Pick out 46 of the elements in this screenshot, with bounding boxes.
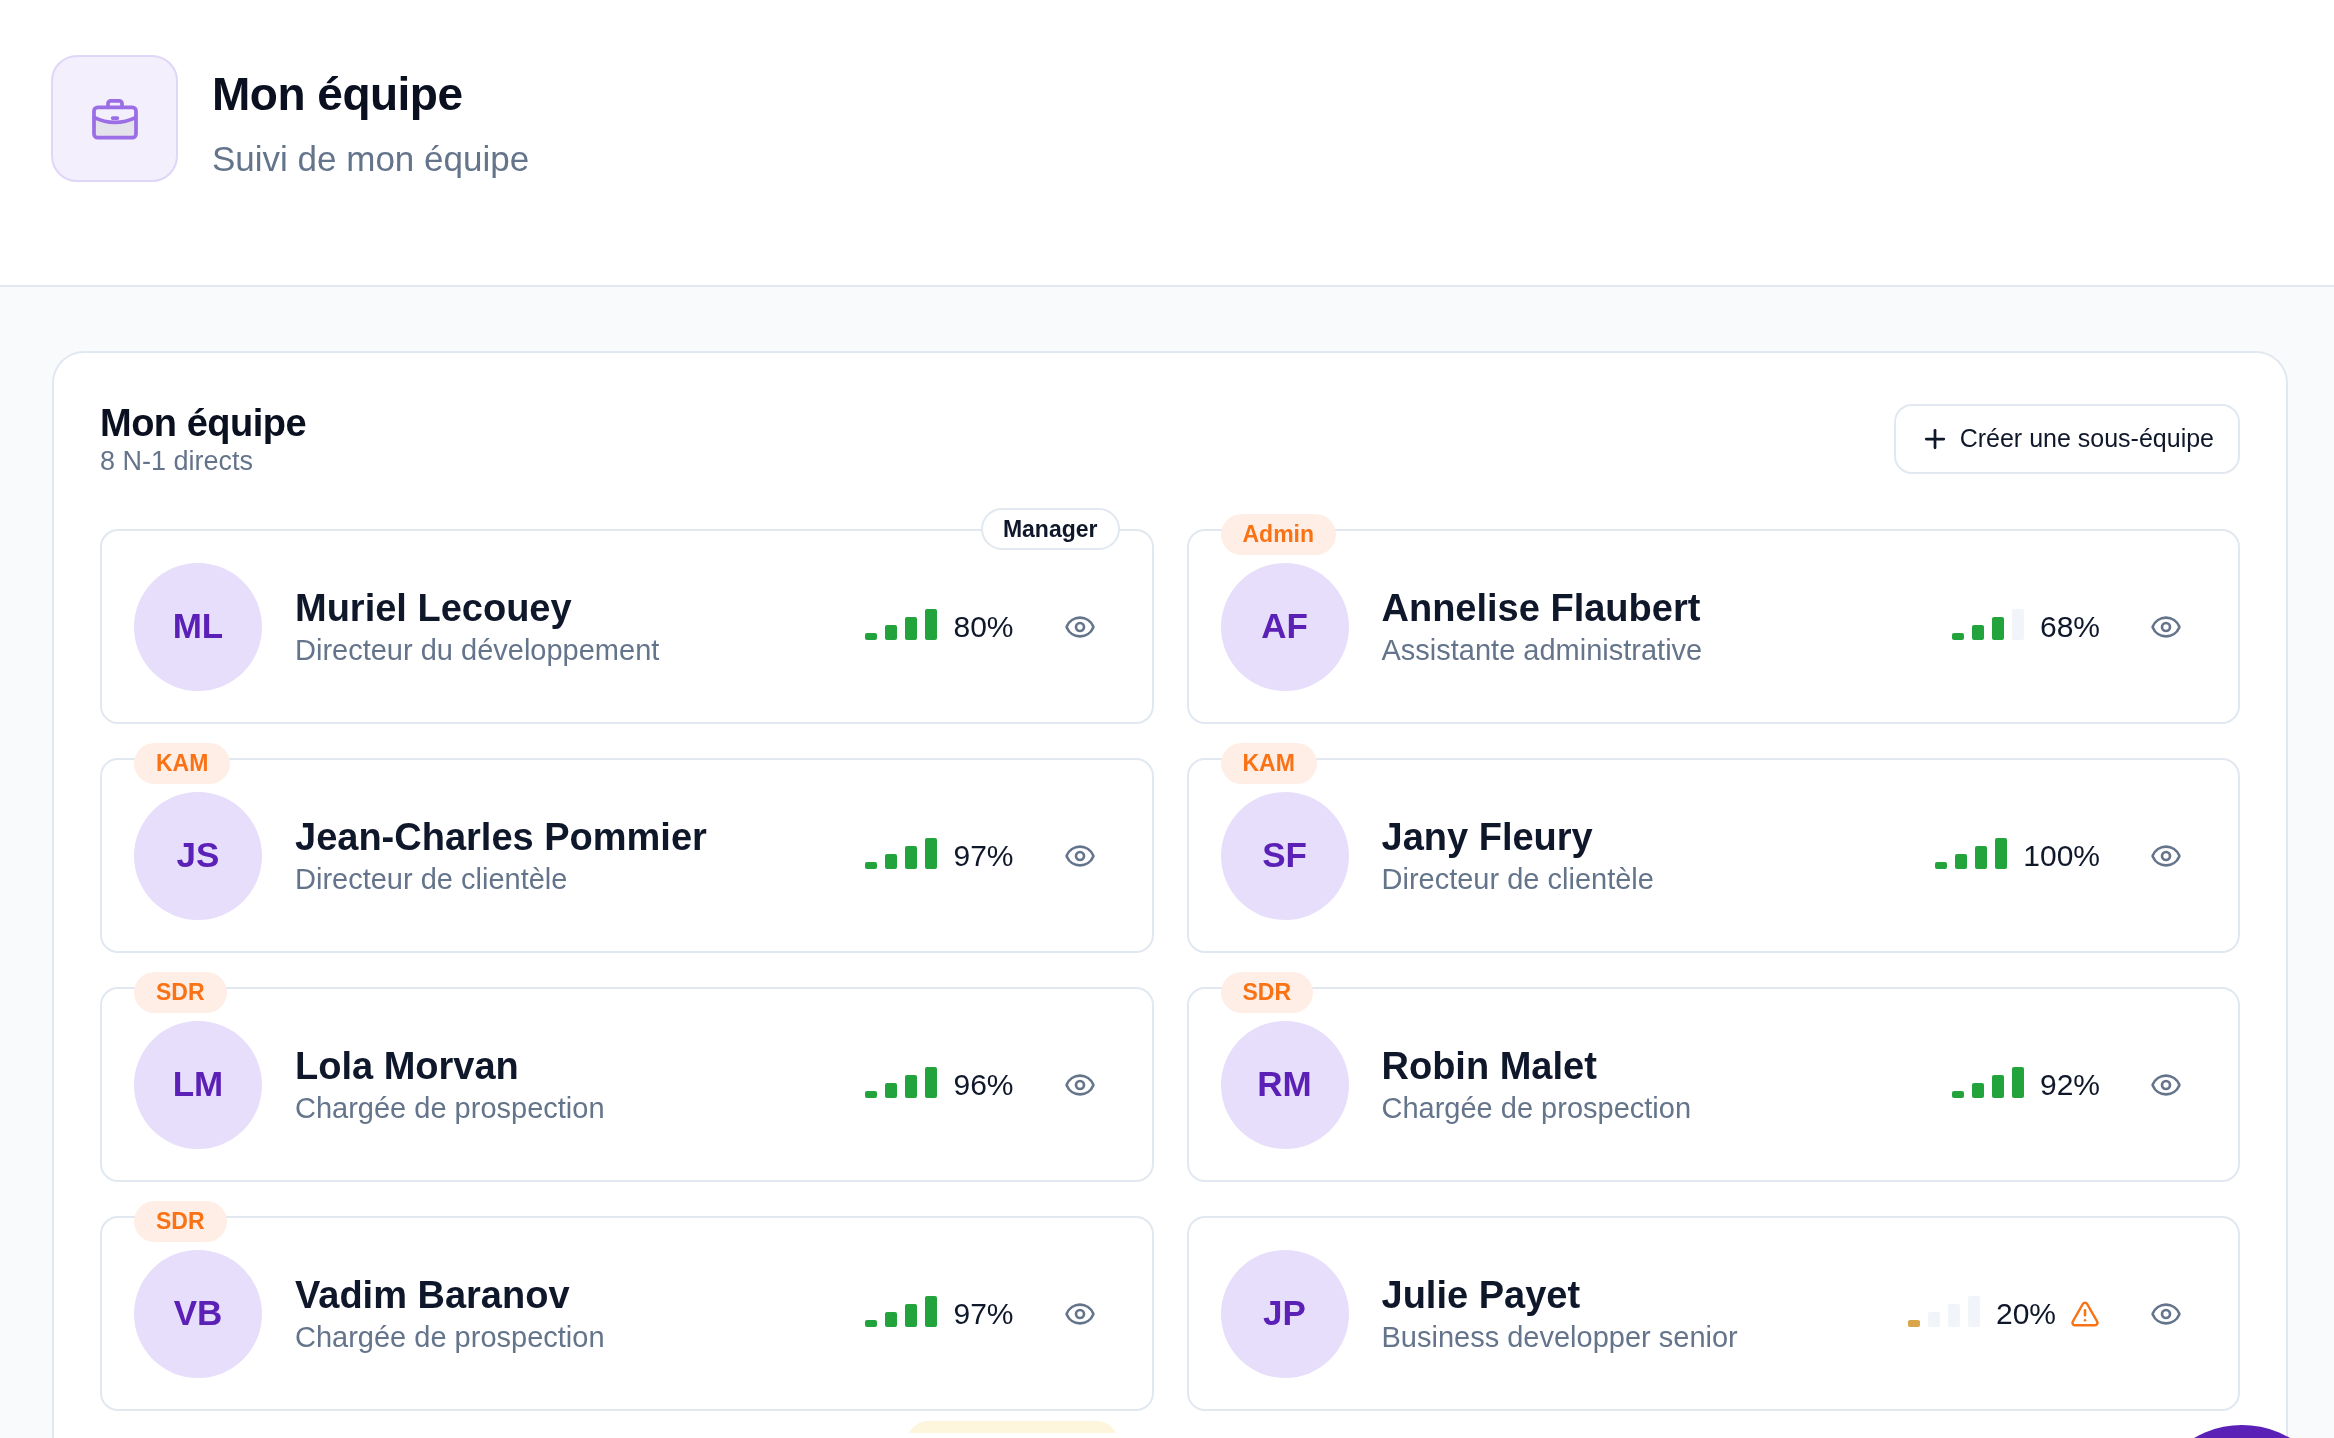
score-percent: 97% <box>953 840 1014 871</box>
member-role: Business developper senior <box>1381 1320 1738 1355</box>
member-name: Jean-Charles Pommier <box>295 815 707 860</box>
member-name: Muriel Lecouey <box>295 586 572 631</box>
member-name: Jany Fleury <box>1381 815 1593 860</box>
member-name: Annelise Flaubert <box>1381 586 1701 631</box>
member-name: Vadim Baranov <box>295 1273 570 1318</box>
create-subteam-button[interactable]: Créer une sous-équipe <box>1893 404 2240 474</box>
score-percent: 96% <box>953 1069 1014 1100</box>
role-tag: SDR <box>134 972 227 1013</box>
avatar: LM <box>134 1020 262 1149</box>
avatar: VB <box>134 1249 262 1378</box>
score-percent: 92% <box>2039 1069 2100 1100</box>
avatar: ML <box>134 562 262 691</box>
role-tag: Admin <box>1220 514 1337 555</box>
member-role: Chargée de prospection <box>1381 1091 1692 1126</box>
score-percent: 80% <box>953 611 1014 642</box>
avatar: RM <box>1220 1020 1349 1149</box>
role-tag: KAM <box>134 743 231 784</box>
member-role: Directeur du développement <box>295 633 660 668</box>
member-role: Chargée de prospection <box>295 1091 605 1126</box>
score-percent: 97% <box>953 1298 1014 1329</box>
score-percent: 20% <box>1995 1298 2056 1329</box>
role-tag: SDR <box>134 1201 227 1242</box>
avatar: AF <box>1220 562 1349 691</box>
member-role: Chargée de prospection <box>295 1320 605 1355</box>
avatar: SF <box>1220 791 1349 920</box>
avatar: JS <box>134 791 262 920</box>
manager-tag: Manager <box>980 508 1120 550</box>
page-title: Mon équipe <box>212 67 463 122</box>
member-role: Directeur de clientèle <box>295 862 568 897</box>
floating-button[interactable] <box>2194 1425 2290 1438</box>
member-role: Assistante administrative <box>1381 633 1703 668</box>
briefcase-icon <box>51 55 178 182</box>
avatar: JP <box>1220 1249 1349 1378</box>
score-percent: 68% <box>2039 611 2100 642</box>
member-name: Robin Malet <box>1381 1044 1597 1089</box>
page-subtitle: Suivi de mon équipe <box>212 138 530 180</box>
member-role: Directeur de clientèle <box>1381 862 1654 897</box>
section-subtitle: 8 N-1 directs <box>100 445 254 477</box>
member-name: Lola Morvan <box>295 1044 519 1089</box>
role-tag: KAM <box>1220 743 1317 784</box>
section-title: Mon équipe <box>100 401 307 445</box>
score-percent: 100% <box>2023 840 2100 871</box>
role-tag: SDR <box>1220 972 1314 1013</box>
member-name: Julie Payet <box>1381 1273 1581 1318</box>
